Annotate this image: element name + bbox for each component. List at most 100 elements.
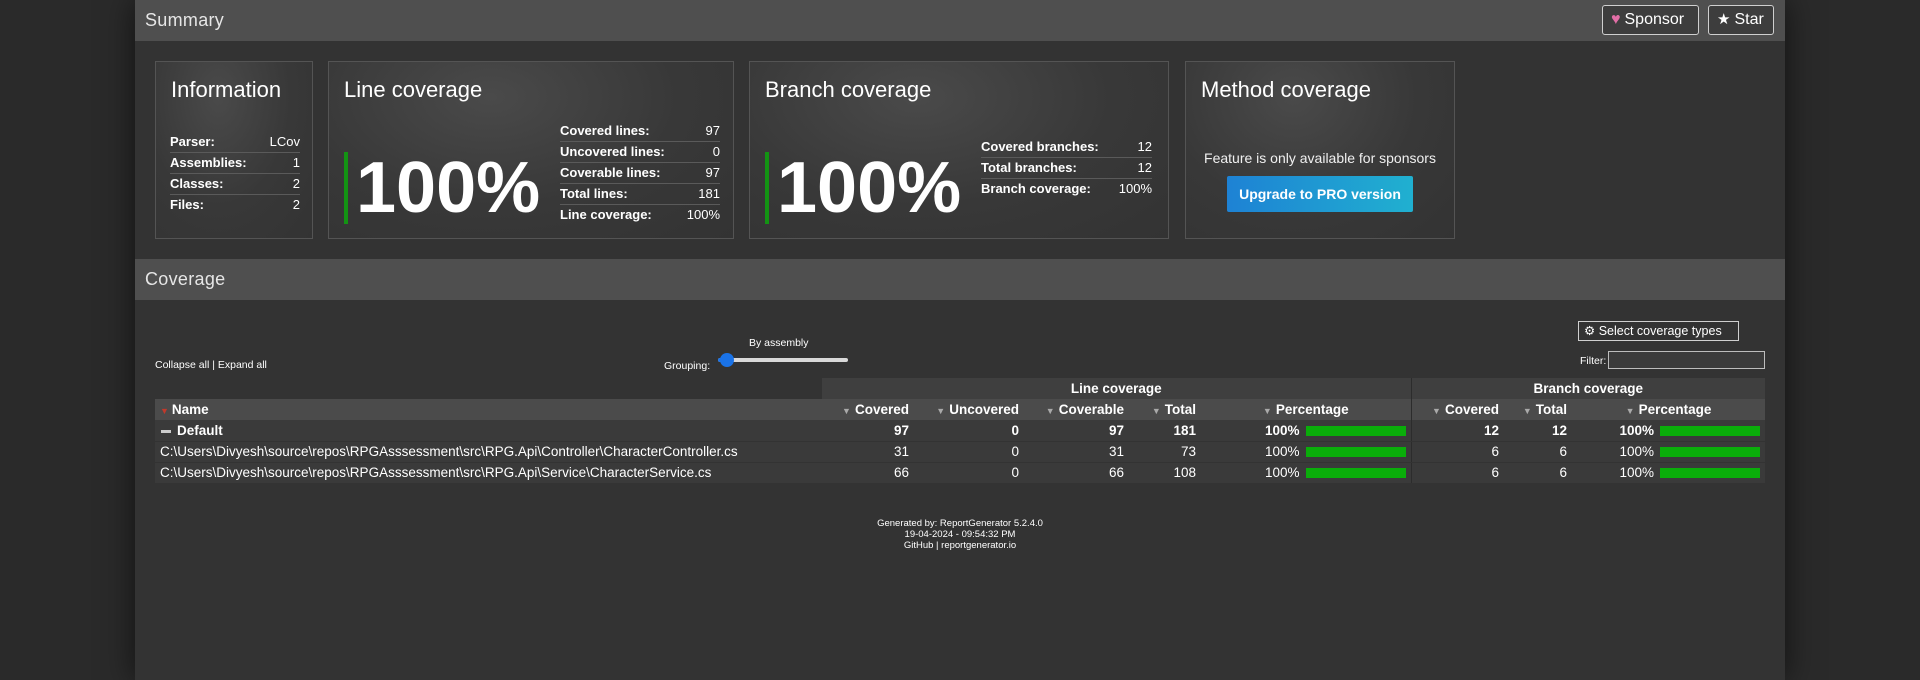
cell-covered: 97 [822, 420, 914, 442]
branch-row: Branch coverage: 100% [981, 179, 1152, 200]
sort-arrow-icon: ▼ [1045, 406, 1055, 416]
info-value: 2 [292, 176, 300, 191]
col-total[interactable]: ▼ Total [1129, 399, 1201, 420]
branch-row: Total branches: 12 [981, 158, 1152, 179]
cell-branch-percentage: 100% [1572, 441, 1765, 463]
summary-title: Summary [145, 10, 225, 30]
col-coverable[interactable]: ▼ Coverable [1024, 399, 1129, 420]
sponsor-only-text: Feature is only available for sponsors [1204, 150, 1436, 166]
cell-branch-total: 6 [1504, 462, 1572, 484]
line-coverage-title: Line coverage [344, 77, 483, 102]
select-coverage-types-label: Select coverage types [1598, 324, 1722, 338]
star-button[interactable]: ★ Star [1708, 5, 1774, 35]
cell-coverable: 31 [1024, 441, 1129, 463]
information-card: Information Parser: LCov Assemblies: 1 Cla… [155, 61, 313, 239]
sort-arrow-icon: ▼ [842, 406, 851, 416]
col-uncovered[interactable]: ▼ Uncovered [914, 399, 1024, 420]
table-row-default[interactable]: Default 97 0 97 181 100% 12 12 100% [155, 420, 1765, 442]
slider-track [718, 358, 848, 362]
grouping-value: By assembly [749, 337, 809, 349]
cell-percentage: 100% [1201, 441, 1411, 463]
col-name[interactable]: ▼ Name [155, 399, 822, 420]
sponsor-label: Sponsor [1624, 11, 1685, 28]
line-row: Coverable lines: 97 [560, 163, 720, 184]
col-branch-total[interactable]: ▼ Total [1504, 399, 1572, 420]
filter-label: Filter: [1580, 355, 1607, 367]
report-container: Summary ♥ Sponsor ★ Star Information Par… [135, 0, 1785, 680]
footer: Generated by: ReportGenerator 5.2.4.0 19… [135, 518, 1785, 551]
info-label: Assemblies: [170, 155, 247, 170]
filter-input[interactable] [1608, 351, 1765, 369]
cell-branch-covered: 12 [1410, 420, 1504, 442]
information-table: Parser: LCov Assemblies: 1 Classes: 2 Files… [170, 132, 300, 216]
line-label: Total lines: [560, 186, 628, 201]
sort-arrow-icon: ▼ [936, 406, 946, 416]
line-coverage-bar [1305, 426, 1406, 437]
reportgenerator-link[interactable]: reportgenerator.io [941, 540, 1016, 551]
cell-percentage-text: 100% [1264, 422, 1300, 438]
cell-total: 181 [1129, 420, 1201, 442]
line-row: Uncovered lines: 0 [560, 142, 720, 163]
col-branch-percentage-label: Percentage [1638, 402, 1712, 417]
group-header-line: Line coverage [822, 378, 1411, 399]
coverage-table: Line coverage Branch coverage ▼ Name ▼ Cov… [155, 378, 1765, 484]
row-name[interactable]: Default [155, 420, 822, 442]
slider-thumb[interactable] [720, 353, 734, 367]
branch-value: 12 [1137, 160, 1152, 175]
col-uncovered-label: Uncovered [949, 402, 1019, 417]
method-coverage-card: Method coverage Feature is only availabl… [1185, 61, 1455, 239]
cell-covered: 66 [822, 462, 914, 484]
cell-branch-percentage-text: 100% [1619, 465, 1654, 480]
grouping-slider[interactable] [718, 353, 848, 367]
grouping-label: Grouping: [664, 360, 711, 372]
branch-coverage-table: Covered branches: 12 Total branches: 12 Br… [981, 137, 1152, 200]
cell-branch-percentage: 100% [1572, 420, 1765, 442]
cell-coverable: 66 [1024, 462, 1129, 484]
info-label: Classes: [170, 176, 224, 191]
github-link[interactable]: GitHub [904, 540, 934, 551]
star-label: Star [1734, 11, 1764, 28]
line-value: 97 [705, 123, 720, 138]
col-branch-covered-label: Covered [1444, 402, 1499, 417]
line-value: 0 [712, 144, 720, 159]
group-header-branch: Branch coverage [1410, 378, 1765, 399]
coverage-title: Coverage [145, 269, 226, 289]
line-label: Coverable lines: [560, 165, 661, 180]
branch-value: 100% [1118, 181, 1152, 196]
method-coverage-title: Method coverage [1201, 77, 1371, 102]
sponsor-button[interactable]: ♥ Sponsor [1602, 5, 1699, 35]
table-row[interactable]: C:\Users\Divyesh\source\repos\RPGAsssess… [155, 462, 1765, 484]
col-covered[interactable]: ▼ Covered [822, 399, 914, 420]
line-coverage-indicator [344, 152, 348, 224]
line-value: 100% [686, 207, 720, 222]
sort-arrow-icon: ▼ [1522, 406, 1532, 416]
info-label: Parser: [170, 134, 215, 149]
cell-branch-percentage: 100% [1572, 462, 1765, 484]
expand-all-link[interactable]: Expand all [218, 359, 267, 371]
col-branch-percentage[interactable]: ▼ Percentage [1572, 399, 1765, 420]
generated-timestamp: 19-04-2024 - 09:54:32 PM [904, 529, 1016, 540]
row-name[interactable]: C:\Users\Divyesh\source\repos\RPGAsssess… [155, 462, 822, 484]
gear-icon: ⚙ [1584, 324, 1596, 338]
coverage-header: Coverage [135, 259, 1785, 300]
line-row: Total lines: 181 [560, 184, 720, 205]
info-row: Parser: LCov [170, 132, 300, 153]
upgrade-pro-button[interactable]: Upgrade to PRO version [1227, 176, 1413, 212]
col-total-label: Total [1164, 402, 1196, 417]
col-branch-covered[interactable]: ▼ Covered [1410, 399, 1504, 420]
cell-branch-covered: 6 [1410, 441, 1504, 463]
line-coverage-card: Line coverage 100% Covered lines: 97 Unco… [328, 61, 734, 239]
info-row: Classes: 2 [170, 174, 300, 195]
col-percentage[interactable]: ▼ Percentage [1201, 399, 1411, 420]
branch-coverage-bar [1660, 426, 1760, 437]
branch-value: 12 [1137, 139, 1152, 154]
collapse-all-link[interactable]: Collapse all [155, 359, 209, 371]
collapse-minus-icon[interactable] [161, 429, 171, 433]
select-coverage-types-button[interactable]: ⚙ Select coverage types [1578, 321, 1739, 341]
table-row[interactable]: C:\Users\Divyesh\source\repos\RPGAsssess… [155, 441, 1765, 463]
col-name-label: Name [171, 402, 209, 417]
line-row: Line coverage: 100% [560, 205, 720, 226]
row-name[interactable]: C:\Users\Divyesh\source\repos\RPGAsssess… [155, 441, 822, 463]
heart-icon: ♥ [1611, 11, 1621, 28]
cell-percentage-text: 100% [1264, 444, 1300, 459]
